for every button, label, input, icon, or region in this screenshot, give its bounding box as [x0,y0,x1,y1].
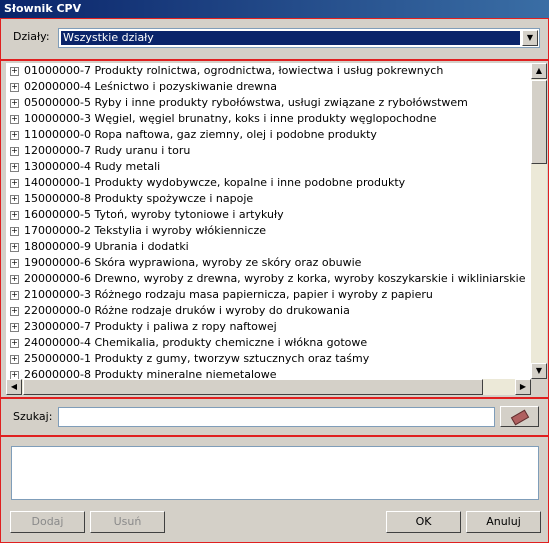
tree-node-label: 18000000-9 Ubrania i dodatki [24,240,189,253]
scroll-left-icon[interactable]: ◀ [6,379,22,395]
expand-plus-icon[interactable]: + [10,67,19,76]
expand-plus-icon[interactable]: + [10,275,19,284]
tree-node-label: 22000000-0 Różne rodzaje druków i wyroby… [24,304,350,317]
scroll-up-icon[interactable]: ▲ [531,63,547,79]
tree-node[interactable]: +25000000-1 Produkty z gumy, tworzyw szt… [6,351,531,367]
filter-panel: Działy: Wszystkie działy ▼ [0,18,549,60]
tree-node[interactable]: +16000000-5 Tytoń, wyroby tytoniowe i ar… [6,207,531,223]
cpv-tree[interactable]: +01000000-7 Produkty rolnictwa, ogrodnic… [6,63,531,379]
category-dropdown-value: Wszystkie działy [61,31,520,45]
tree-node[interactable]: +20000000-6 Drewno, wyroby z drewna, wyr… [6,271,531,287]
horizontal-scroll-thumb[interactable] [23,379,483,395]
tree-node-label: 19000000-6 Skóra wyprawiona, wyroby ze s… [24,256,362,269]
tree-node[interactable]: +26000000-8 Produkty mineralne niemetalo… [6,367,531,379]
tree-node-label: 12000000-7 Rudy uranu i toru [24,144,191,157]
expand-plus-icon[interactable]: + [10,339,19,348]
tree-node-label: 11000000-0 Ropa naftowa, gaz ziemny, ole… [24,128,377,141]
tree-node-label: 16000000-5 Tytoń, wyroby tytoniowe i art… [24,208,284,221]
tree-node[interactable]: +05000000-5 Ryby i inne produkty rybołów… [6,95,531,111]
expand-plus-icon[interactable]: + [10,115,19,124]
remove-button[interactable]: Usuń [90,511,165,533]
filter-label: Działy: [13,30,50,43]
tree-node[interactable]: +23000000-7 Produkty i paliwa z ropy naf… [6,319,531,335]
tree-node-label: 24000000-4 Chemikalia, produkty chemiczn… [24,336,368,349]
expand-plus-icon[interactable]: + [10,195,19,204]
expand-plus-icon[interactable]: + [10,291,19,300]
tree-node-label: 15000000-8 Produkty spożywcze i napoje [24,192,254,205]
expand-plus-icon[interactable]: + [10,131,19,140]
scroll-right-icon[interactable]: ▶ [515,379,531,395]
bottom-panel: Dodaj Usuń OK Anuluj [0,436,549,543]
expand-plus-icon[interactable]: + [10,323,19,332]
expand-plus-icon[interactable]: + [10,307,19,316]
dropdown-arrow-icon[interactable]: ▼ [522,30,538,46]
expand-plus-icon[interactable]: + [10,147,19,156]
cancel-button[interactable]: Anuluj [466,511,541,533]
tree-node-label: 14000000-1 Produkty wydobywcze, kopalne … [24,176,406,189]
expand-plus-icon[interactable]: + [10,83,19,92]
category-dropdown[interactable]: Wszystkie działy ▼ [58,28,540,48]
cpv-tree-panel: +01000000-7 Produkty rolnictwa, ogrodnic… [0,60,549,398]
search-panel: Szukaj: [0,398,549,436]
tree-node[interactable]: +02000000-4 Leśnictwo i pozyskiwanie dre… [6,79,531,95]
tree-node-label: 02000000-4 Leśnictwo i pozyskiwanie drew… [24,80,277,93]
clear-search-button[interactable] [500,406,539,427]
horizontal-scrollbar[interactable]: ◀ ▶ [6,379,531,395]
expand-plus-icon[interactable]: + [10,163,19,172]
tree-node[interactable]: +18000000-9 Ubrania i dodatki [6,239,531,255]
expand-plus-icon[interactable]: + [10,259,19,268]
tree-node-label: 26000000-8 Produkty mineralne niemetalow… [24,368,277,379]
search-label: Szukaj: [13,410,53,423]
vertical-scrollbar[interactable]: ▲ ▼ [531,63,547,379]
expand-plus-icon[interactable]: + [10,227,19,236]
tree-node[interactable]: +14000000-1 Produkty wydobywcze, kopalne… [6,175,531,191]
tree-node-label: 21000000-3 Różnego rodzaju masa papierni… [24,288,433,301]
tree-node[interactable]: +22000000-0 Różne rodzaje druków i wyrob… [6,303,531,319]
expand-plus-icon[interactable]: + [10,99,19,108]
tree-node[interactable]: +12000000-7 Rudy uranu i toru [6,143,531,159]
eraser-icon [510,409,529,426]
tree-node-label: 10000000-3 Węgiel, węgiel brunatny, koks… [24,112,437,125]
tree-node-label: 01000000-7 Produkty rolnictwa, ogrodnict… [24,64,444,77]
tree-node[interactable]: +01000000-7 Produkty rolnictwa, ogrodnic… [6,63,531,79]
tree-node[interactable]: +11000000-0 Ropa naftowa, gaz ziemny, ol… [6,127,531,143]
expand-plus-icon[interactable]: + [10,371,19,379]
tree-node[interactable]: +10000000-3 Węgiel, węgiel brunatny, kok… [6,111,531,127]
tree-node[interactable]: +13000000-4 Rudy metali [6,159,531,175]
tree-node-label: 13000000-4 Rudy metali [24,160,161,173]
tree-node-label: 05000000-5 Ryby i inne produkty rybołóws… [24,96,468,109]
tree-node-label: 23000000-7 Produkty i paliwa z ropy naft… [24,320,277,333]
tree-node[interactable]: +17000000-2 Tekstylia i wyroby włókienni… [6,223,531,239]
expand-plus-icon[interactable]: + [10,211,19,220]
expand-plus-icon[interactable]: + [10,355,19,364]
tree-node[interactable]: +24000000-4 Chemikalia, produkty chemicz… [6,335,531,351]
expand-plus-icon[interactable]: + [10,179,19,188]
tree-node-label: 20000000-6 Drewno, wyroby z drewna, wyro… [24,272,526,285]
tree-node[interactable]: +21000000-3 Różnego rodzaju masa papiern… [6,287,531,303]
tree-node-label: 17000000-2 Tekstylia i wyroby włókiennic… [24,224,267,237]
tree-node-label: 25000000-1 Produkty z gumy, tworzyw sztu… [24,352,370,365]
vertical-scroll-thumb[interactable] [531,80,547,164]
ok-button[interactable]: OK [386,511,461,533]
expand-plus-icon[interactable]: + [10,243,19,252]
tree-node[interactable]: +19000000-6 Skóra wyprawiona, wyroby ze … [6,255,531,271]
description-box[interactable] [11,446,539,500]
search-input[interactable] [58,407,495,427]
scroll-down-icon[interactable]: ▼ [531,363,547,379]
tree-node[interactable]: +15000000-8 Produkty spożywcze i napoje [6,191,531,207]
window-title: Słownik CPV [0,0,549,18]
add-button[interactable]: Dodaj [10,511,85,533]
